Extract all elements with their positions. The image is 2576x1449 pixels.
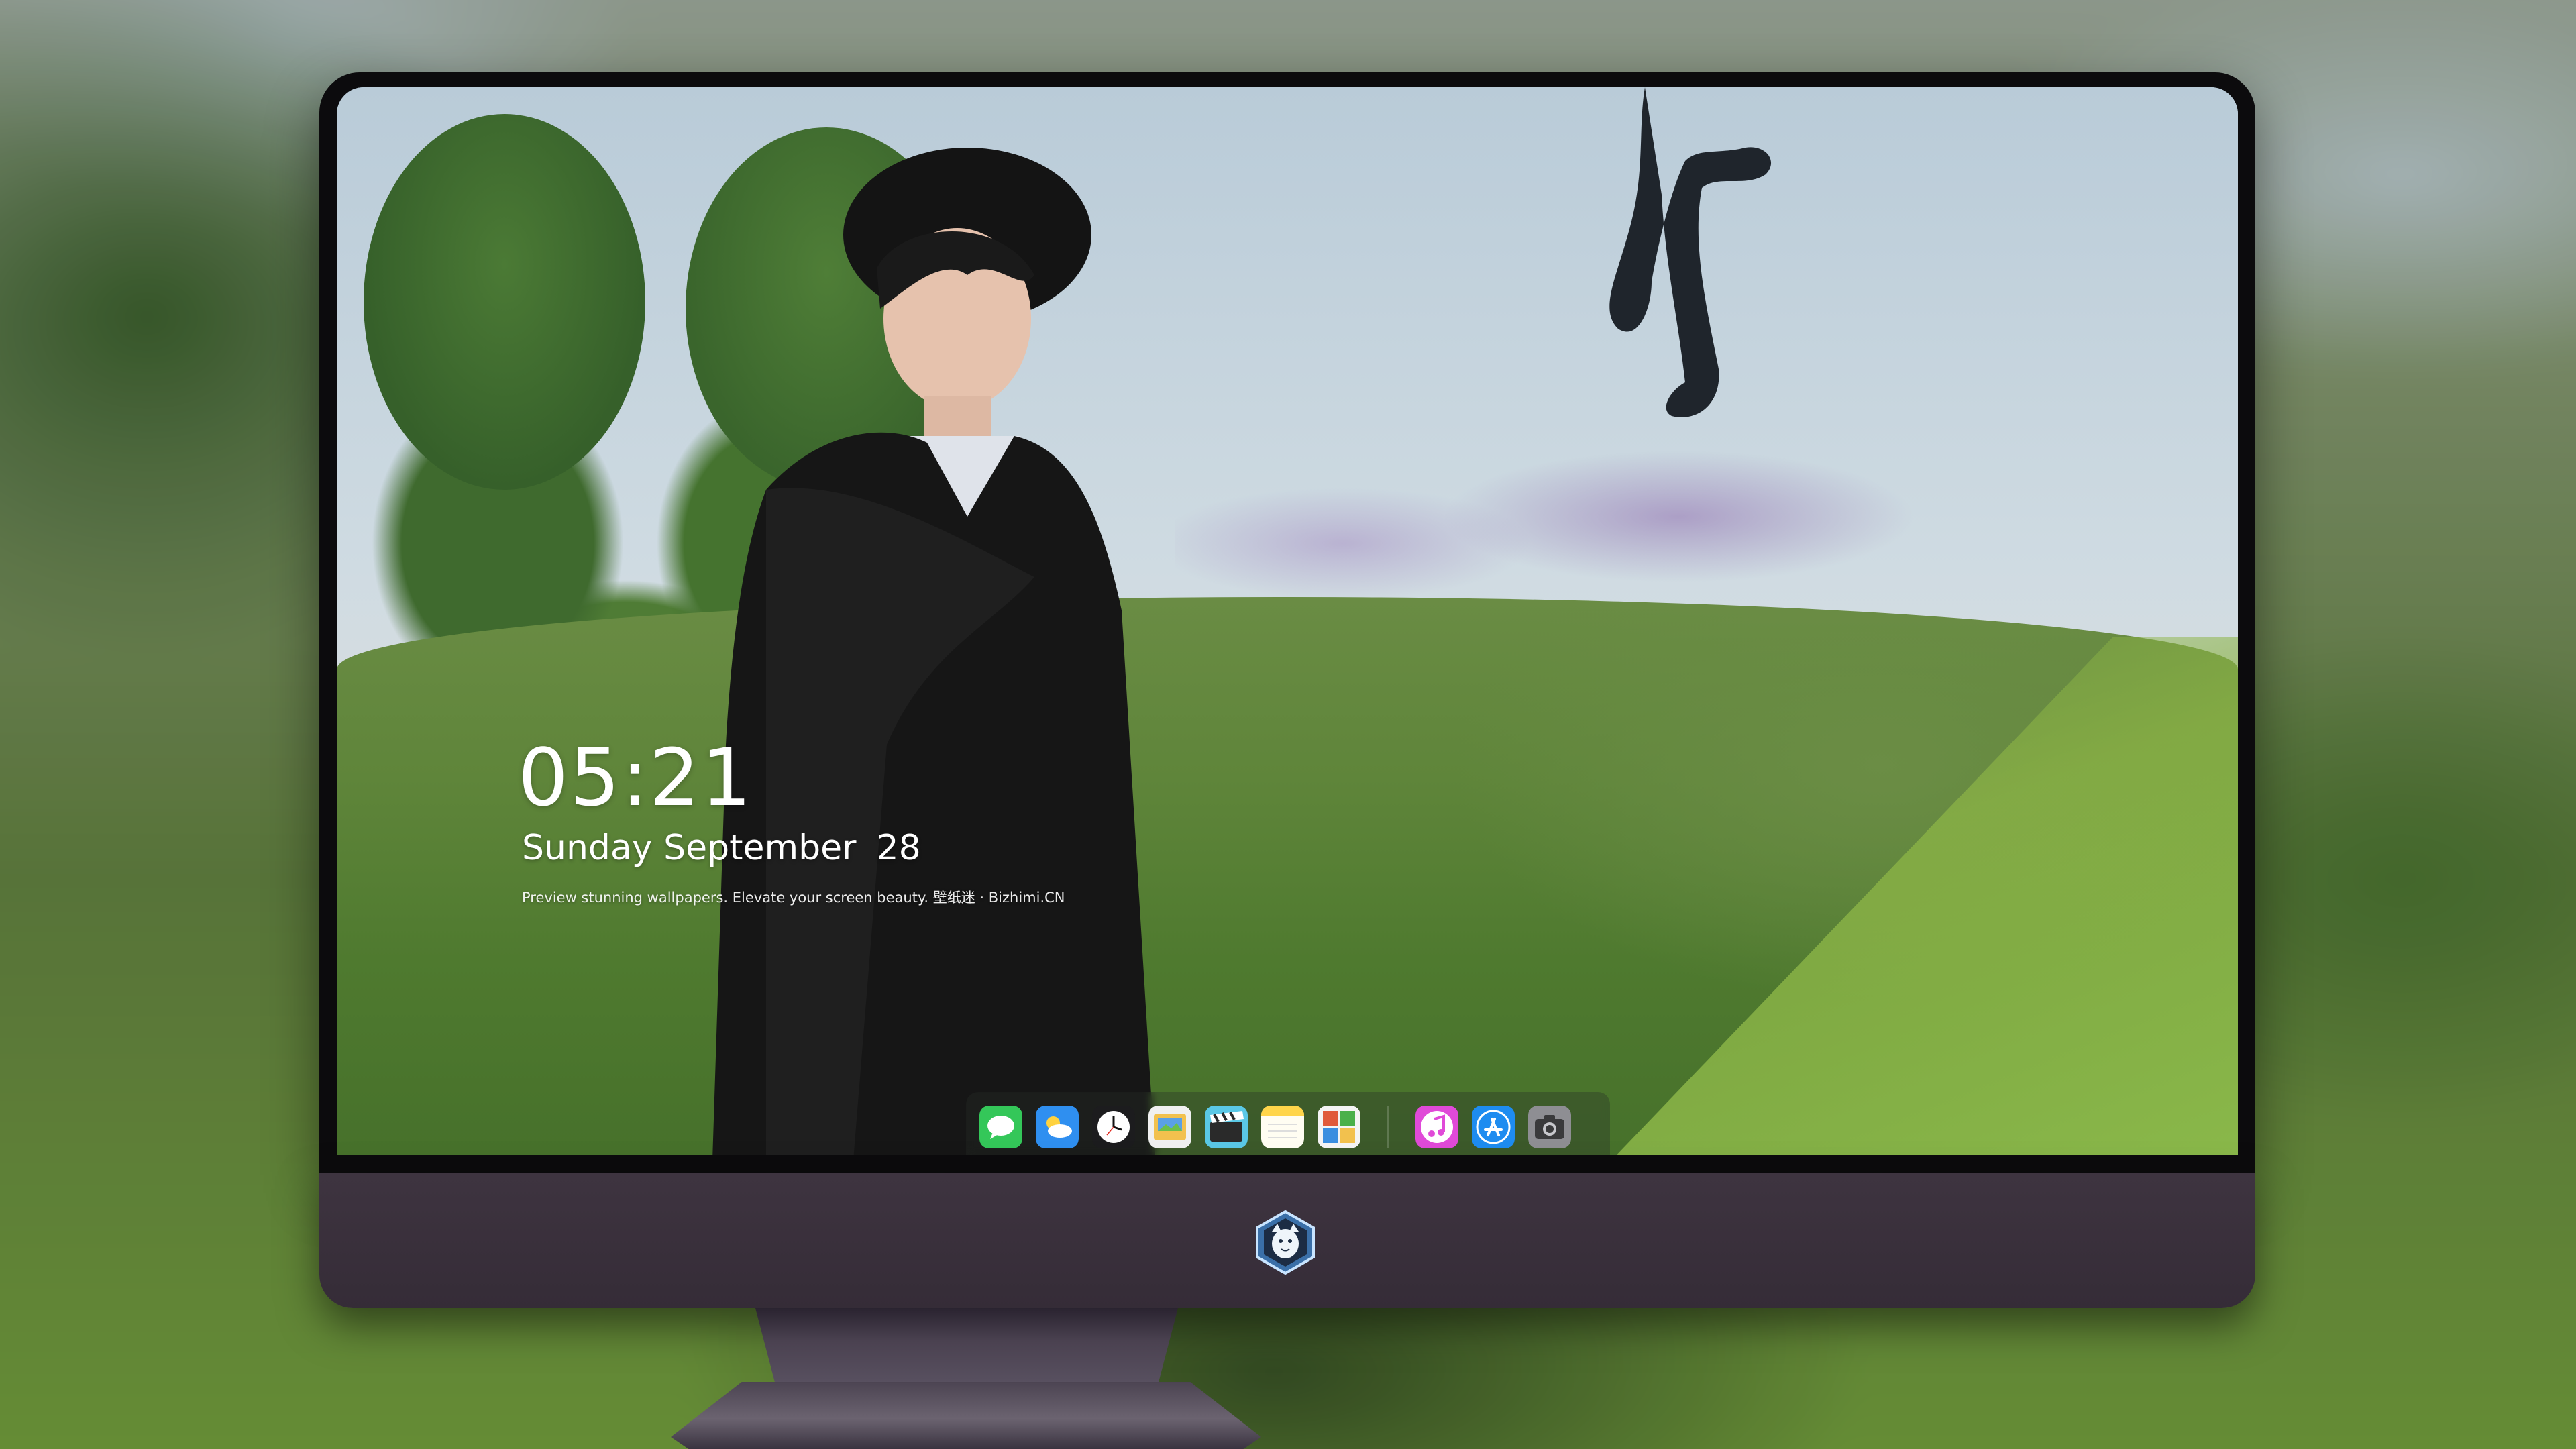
weekday-month: Sunday September [522,828,857,868]
monitor-chin [319,1173,2255,1308]
weather-icon[interactable] [1036,1106,1079,1148]
wallpaper-person [712,148,1155,1155]
clips-icon[interactable] [1205,1106,1248,1148]
notes-icon[interactable] [1261,1106,1304,1148]
messages-icon[interactable] [979,1106,1022,1148]
dragon-mascot-logo [1256,1210,1315,1275]
lock-screen-date: Sunday September 28 [522,830,921,865]
camera-icon[interactable] [1528,1106,1571,1148]
app-store-icon[interactable] [1472,1106,1515,1148]
sculpture-figure [1609,87,1772,417]
desktop-mockup: 05:21 Sunday September 28 Preview stunnin… [0,0,2576,1449]
lock-screen-tagline: Preview stunning wallpapers. Elevate you… [522,890,1065,906]
screen: 05:21 Sunday September 28 Preview stunnin… [337,87,2238,1155]
photo-booth-icon[interactable] [1318,1106,1360,1148]
music-icon[interactable] [1415,1106,1458,1148]
monitor-bezel: 05:21 Sunday September 28 Preview stunnin… [319,72,2255,1173]
tree-crown [364,114,645,490]
monitor: 05:21 Sunday September 28 Preview stunnin… [319,72,2255,1308]
monitor-stand-base [671,1382,1261,1449]
dock [966,1092,1610,1155]
monitor-stand-neck [755,1308,1178,1389]
clock-icon[interactable] [1092,1106,1135,1148]
preview-icon[interactable] [1148,1106,1191,1148]
dock-separator [1387,1106,1389,1148]
lock-screen-clock: 05:21 [518,731,753,824]
day-of-month: 28 [876,828,921,868]
